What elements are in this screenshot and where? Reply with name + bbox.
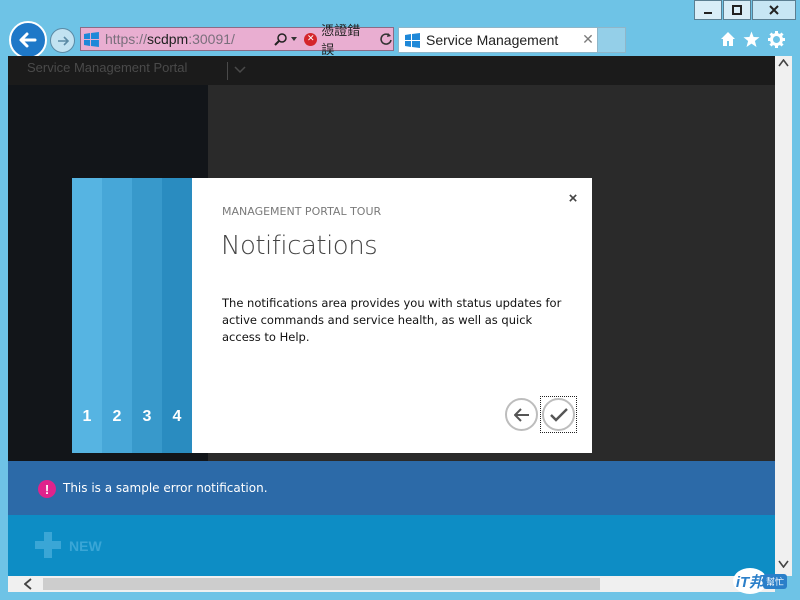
window-frame-left <box>0 56 8 600</box>
tour-step-1[interactable]: 1 <box>72 178 102 453</box>
address-bar[interactable]: https://scdpm:30091/ ✕ 憑證錯誤 <box>80 24 394 58</box>
home-button[interactable] <box>719 30 737 48</box>
notification-bar: ! This is a sample error notification. <box>8 461 775 515</box>
url-text[interactable]: https://scdpm:30091/ <box>105 31 274 47</box>
close-dialog-button[interactable]: × <box>566 190 580 207</box>
tour-step-number: 4 <box>172 408 182 425</box>
minimize-icon <box>704 12 712 14</box>
tour-title: Notifications <box>221 231 378 261</box>
certificate-error[interactable]: ✕ 憑證錯誤 <box>304 20 373 58</box>
plus-icon[interactable] <box>35 532 61 558</box>
tour-description: The notifications area provides you with… <box>222 296 562 344</box>
window-frame-bottom <box>0 592 800 600</box>
windows-logo-icon <box>405 32 420 48</box>
ithome-watermark: iT邦 幫忙 <box>733 566 797 596</box>
tour-step-number: 2 <box>112 408 122 425</box>
portal-header: Service Management Portal <box>8 56 775 85</box>
tab-close-icon[interactable]: ✕ <box>579 32 597 48</box>
maximize-button[interactable] <box>723 0 751 20</box>
horizontal-scroll-thumb[interactable] <box>43 578 600 590</box>
command-bar: NEW <box>8 515 775 576</box>
header-divider <box>227 62 228 80</box>
gear-icon <box>767 30 785 48</box>
windows-logo-icon <box>84 31 99 47</box>
scroll-up-icon[interactable] <box>778 59 789 67</box>
arrow-right-icon <box>57 35 69 46</box>
watermark-logo: iT邦 <box>733 568 767 594</box>
notification-message: This is a sample error notification. <box>63 481 268 495</box>
maximize-icon <box>732 5 742 15</box>
error-notification-icon: ! <box>38 480 56 498</box>
horizontal-scrollbar[interactable] <box>8 576 775 592</box>
tour-step-number: 1 <box>82 408 92 425</box>
star-icon <box>743 31 759 47</box>
minimize-button[interactable] <box>694 0 722 20</box>
window-frame-right <box>792 56 800 600</box>
tab-service-management[interactable]: Service Management ✕ <box>398 27 598 53</box>
close-window-button[interactable] <box>752 0 796 20</box>
tab-title: Service Management <box>426 32 559 48</box>
error-icon: ✕ <box>304 32 318 46</box>
close-icon <box>769 5 779 15</box>
tour-step-2[interactable]: 2 <box>102 178 132 453</box>
portal-tour-dialog: 1 2 3 4 × MANAGEMENT PORTAL TOUR Notificati… <box>72 178 592 453</box>
new-button[interactable]: NEW <box>69 538 102 554</box>
checkmark-icon <box>549 407 568 422</box>
tour-step-3[interactable]: 3 <box>132 178 162 453</box>
tour-step-number: 3 <box>142 408 152 425</box>
tour-steps: 1 2 3 4 <box>72 178 192 453</box>
back-button[interactable] <box>9 21 47 59</box>
window-controls <box>693 0 796 22</box>
arrow-left-icon <box>19 32 37 48</box>
tour-label: MANAGEMENT PORTAL TOUR <box>222 205 382 218</box>
dropdown-arrow-icon[interactable] <box>290 35 298 43</box>
finish-tour-button[interactable] <box>542 398 575 431</box>
previous-step-button[interactable] <box>505 398 538 431</box>
arrow-left-icon <box>513 407 529 422</box>
settings-button[interactable] <box>767 30 785 48</box>
vertical-scrollbar[interactable] <box>775 56 792 576</box>
refresh-icon[interactable] <box>379 32 393 46</box>
portal-title: Service Management Portal <box>27 60 188 75</box>
forward-button[interactable] <box>50 28 75 53</box>
home-icon <box>721 32 735 46</box>
tour-step-4[interactable]: 4 <box>162 178 192 453</box>
watermark-tag: 幫忙 <box>763 574 788 589</box>
search-icon[interactable] <box>274 32 288 46</box>
scroll-left-icon[interactable] <box>24 578 32 590</box>
favorites-button[interactable] <box>742 30 760 48</box>
chevron-down-icon[interactable] <box>234 66 246 74</box>
new-tab-button[interactable] <box>598 27 626 53</box>
